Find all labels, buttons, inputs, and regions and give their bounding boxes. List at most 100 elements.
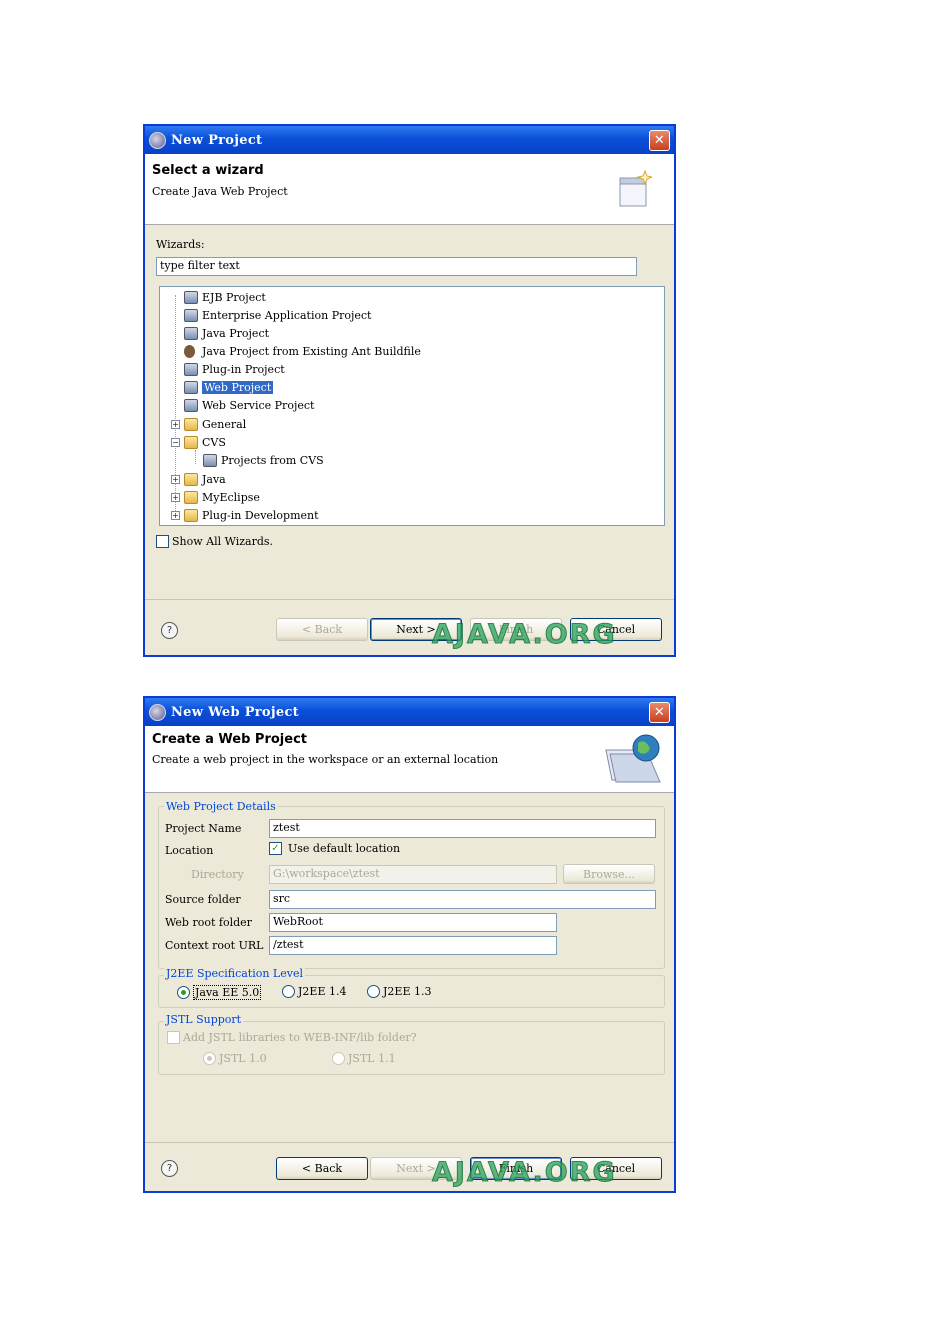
close-icon[interactable]: ✕ [649, 701, 670, 723]
context-root-input[interactable]: /ztest [269, 936, 557, 955]
wizard-header: Create a Web Project Create a web projec… [145, 726, 674, 793]
folder-icon [184, 508, 198, 522]
tree-item-cvs[interactable]: CVS [184, 433, 226, 451]
title-bar[interactable]: New Project ✕ [145, 126, 674, 154]
tree-item-java-project[interactable]: Java Project [184, 324, 269, 342]
tree-item-label: Enterprise Application Project [202, 308, 372, 322]
new-web-project-dialog: New Web Project ✕ Create a Web Project C… [143, 696, 676, 1193]
radio-selected[interactable] [177, 986, 190, 999]
expand-icon[interactable]: + [171, 475, 180, 484]
tree-item-java[interactable]: Java [184, 470, 226, 488]
close-icon[interactable]: ✕ [649, 129, 670, 151]
folder-open-icon [184, 435, 198, 449]
tree-item-enterprise-application-project[interactable]: Enterprise Application Project [184, 306, 371, 324]
tree-item-label: Web Service Project [202, 398, 315, 412]
browse-button[interactable]: Browse... [563, 864, 655, 884]
radio-selected-disabled[interactable] [203, 1052, 216, 1065]
radio-unselected[interactable] [367, 985, 380, 998]
watermark-text: AJAVA.ORG [432, 1157, 617, 1189]
new-project-dialog: New Project ✕ Select a wizard Create Jav… [143, 124, 676, 657]
jstl-option-11[interactable]: JSTL 1.1 [332, 1052, 396, 1065]
tree-item-myeclipse[interactable]: MyEclipse [184, 488, 260, 506]
radio-label: JSTL 1.0 [219, 1052, 267, 1065]
source-folder-input[interactable]: src [269, 890, 656, 909]
j2ee-option-14[interactable]: J2EE 1.4 [282, 985, 346, 998]
plugin-project-icon [184, 362, 198, 376]
expand-icon[interactable]: + [171, 493, 180, 502]
tree-item-general[interactable]: General [184, 415, 246, 433]
j2ee-option-13[interactable]: J2EE 1.3 [367, 985, 431, 998]
tree-item-label: Java Project from Existing Ant Buildfile [202, 344, 421, 358]
radio-unselected-disabled[interactable] [332, 1052, 345, 1065]
expand-icon[interactable]: + [171, 511, 180, 520]
radio-label: Java EE 5.0 [193, 985, 262, 1000]
java-project-icon [184, 326, 198, 340]
folder-icon [184, 472, 198, 486]
dialog-title: New Project [171, 132, 263, 148]
jstl-checkbox-label: Add JSTL libraries to WEB-INF/lib folder… [183, 1031, 417, 1044]
button-bar-divider [145, 599, 674, 600]
use-default-location[interactable]: ✓ Use default location [269, 842, 400, 855]
watermark-text: AJAVA.ORG [432, 619, 617, 651]
web-project-banner-icon [604, 732, 662, 784]
header-subtitle: Create a web project in the workspace or… [152, 753, 499, 766]
directory-input[interactable]: G:\workspace\ztest [269, 865, 557, 884]
help-icon[interactable]: ? [161, 1160, 178, 1177]
eclipse-app-icon [149, 703, 166, 721]
tree-item-plugin-project[interactable]: Plug-in Project [184, 360, 285, 378]
tree-item-plugin-development[interactable]: Plug-in Development [184, 506, 319, 524]
back-button[interactable]: < Back [276, 618, 368, 641]
ear-project-icon [184, 308, 198, 322]
title-bar[interactable]: New Web Project ✕ [145, 698, 674, 726]
help-icon[interactable]: ? [161, 622, 178, 639]
j2ee-level-label: J2EE Specification Level [164, 967, 305, 980]
wizard-tree[interactable]: EJB Project Enterprise Application Proje… [159, 286, 665, 526]
web-root-label: Web root folder [165, 916, 252, 929]
folder-icon [184, 417, 198, 431]
cvs-project-icon [203, 453, 217, 467]
jstl-option-10[interactable]: JSTL 1.0 [203, 1052, 267, 1065]
tree-item-label: Java [202, 472, 226, 486]
jstl-checkbox[interactable] [167, 1031, 180, 1044]
use-default-checkbox[interactable]: ✓ [269, 842, 282, 855]
tree-item-java-project-ant[interactable]: Java Project from Existing Ant Buildfile [184, 342, 421, 360]
tree-item-label: General [202, 417, 247, 431]
radio-unselected[interactable] [282, 985, 295, 998]
radio-label: JSTL 1.1 [348, 1052, 396, 1065]
show-all-wizards[interactable]: Show All Wizards. [156, 535, 273, 548]
tree-item-projects-from-cvs[interactable]: Projects from CVS [203, 451, 324, 469]
tree-item-label-selected: Web Project [202, 380, 274, 394]
tree-item-ejb-project[interactable]: EJB Project [184, 288, 266, 306]
folder-icon [184, 490, 198, 504]
tree-item-label: Projects from CVS [221, 453, 324, 467]
wizard-header: Select a wizard Create Java Web Project [145, 154, 674, 225]
back-button[interactable]: < Back [276, 1157, 368, 1180]
wizards-label: Wizards: [156, 238, 205, 251]
location-label: Location [165, 844, 214, 857]
radio-label: J2EE 1.4 [298, 985, 347, 998]
header-subtitle: Create Java Web Project [152, 185, 288, 198]
project-name-label: Project Name [165, 822, 242, 835]
eclipse-app-icon [149, 131, 166, 149]
use-default-label: Use default location [288, 842, 401, 855]
web-project-icon [184, 380, 198, 394]
project-name-input[interactable]: ztest [269, 819, 656, 838]
tree-item-web-project[interactable]: Web Project [184, 378, 274, 396]
expand-icon[interactable]: + [171, 420, 180, 429]
tree-guide-line [195, 450, 196, 464]
header-title: Create a Web Project [152, 732, 307, 747]
tree-item-web-service-project[interactable]: Web Service Project [184, 396, 314, 414]
header-title: Select a wizard [152, 163, 264, 178]
show-all-checkbox[interactable] [156, 535, 169, 548]
filter-input[interactable]: type filter text [156, 257, 637, 276]
context-root-label: Context root URL [165, 939, 264, 952]
jstl-add-libraries[interactable]: Add JSTL libraries to WEB-INF/lib folder… [167, 1031, 417, 1044]
j2ee-option-javaee5[interactable]: Java EE 5.0 [177, 985, 262, 1000]
tree-item-label: MyEclipse [202, 490, 260, 504]
collapse-icon[interactable]: − [171, 438, 180, 447]
dialog-title: New Web Project [171, 704, 299, 720]
button-bar-divider [145, 1142, 674, 1143]
wizard-banner-icon [618, 169, 654, 208]
web-root-input[interactable]: WebRoot [269, 913, 557, 932]
tree-item-label: Plug-in Project [202, 362, 285, 376]
